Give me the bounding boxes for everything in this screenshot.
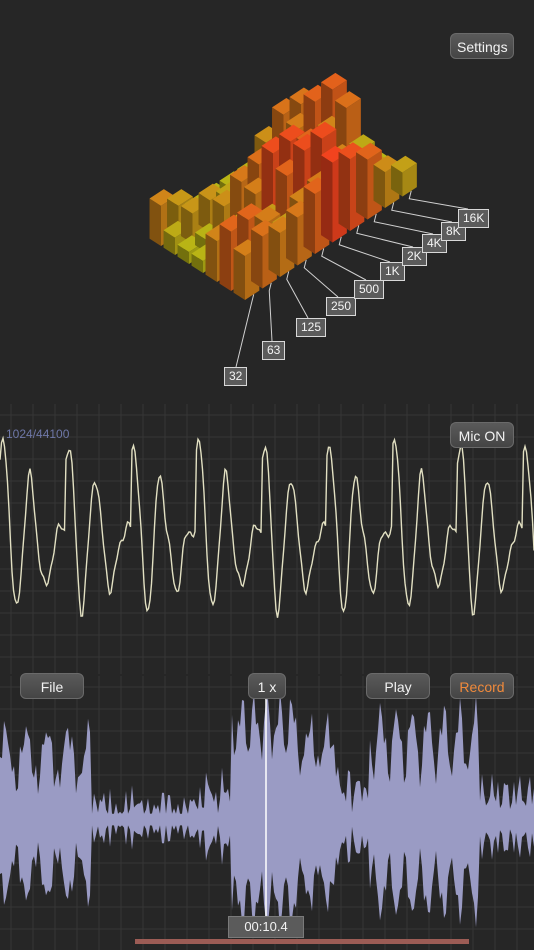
play-button[interactable]: Play xyxy=(366,673,430,699)
playback-time-display: 00:10.4 xyxy=(228,916,304,938)
waveform-envelope xyxy=(0,690,534,932)
band-leader-line xyxy=(235,294,255,368)
waveform-overview[interactable] xyxy=(0,676,534,950)
mic-toggle-button[interactable]: Mic ON xyxy=(450,422,514,448)
band-leader-line xyxy=(408,190,469,210)
band-leader-line xyxy=(338,236,391,263)
band-label-125: 125 xyxy=(296,318,327,337)
band-label-63: 63 xyxy=(262,341,286,360)
band-leader-line xyxy=(268,282,273,342)
band-leader-line xyxy=(321,248,367,281)
spectrum-3d-view[interactable] xyxy=(0,0,534,400)
playback-scrub-bar[interactable] xyxy=(135,939,469,944)
band-leader-line xyxy=(286,271,309,319)
band-label-16k: 16K xyxy=(458,209,490,228)
band-leader-line xyxy=(391,202,453,223)
band-label-1k: 1K xyxy=(380,262,405,281)
band-label-500: 500 xyxy=(354,280,385,299)
settings-button[interactable]: Settings xyxy=(450,33,514,59)
sample-rate-label: 1024/44100 xyxy=(6,427,70,441)
file-button[interactable]: File xyxy=(20,673,84,699)
band-label-32: 32 xyxy=(224,367,248,386)
band-label-250: 250 xyxy=(326,297,357,316)
playback-speed-button[interactable]: 1 x xyxy=(248,673,286,699)
band-leader-line xyxy=(303,259,339,298)
record-button[interactable]: Record xyxy=(450,673,514,699)
